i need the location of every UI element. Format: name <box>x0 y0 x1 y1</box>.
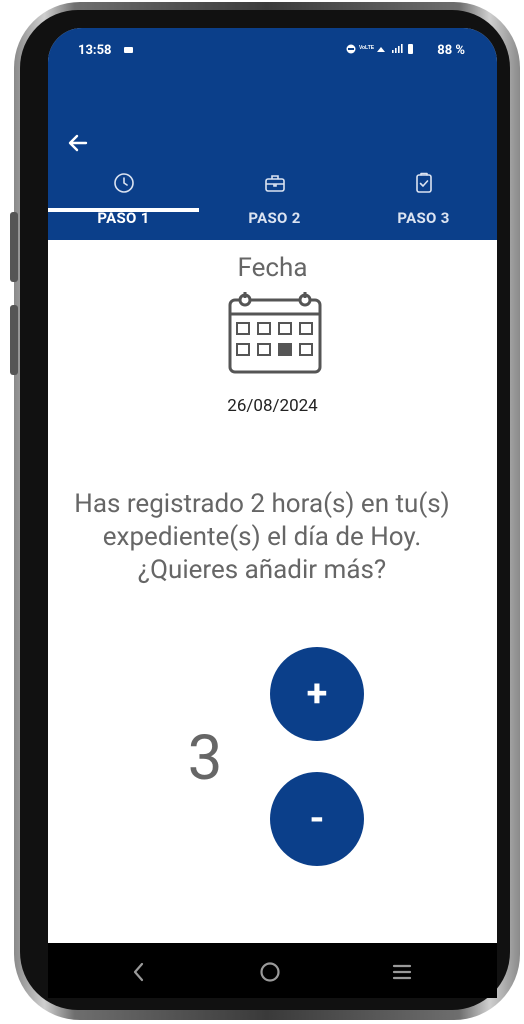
status-bar: 13:58 VoLTE 88 % <box>48 28 497 76</box>
tab-label: PASO 2 <box>248 209 301 227</box>
message-line-3: ¿Quieres añadir más? <box>137 555 387 585</box>
step-tabs: PASO 1 PASO 2 PASO 3 <box>48 156 497 240</box>
app-bar <box>48 76 497 156</box>
clipboard-check-icon <box>415 172 432 193</box>
briefcase-icon <box>264 175 285 192</box>
back-arrow-icon[interactable] <box>66 131 90 155</box>
clock-icon <box>113 173 134 193</box>
hours-message: Has registrado 2 hora(s) en tu(s) expedi… <box>40 488 484 587</box>
add-hour-button[interactable]: + <box>270 647 364 741</box>
calendar-icon[interactable] <box>227 290 323 374</box>
tab-label: PASO 3 <box>397 209 450 227</box>
battery-level: 88 % <box>437 43 465 58</box>
svg-text:VoLTE: VoLTE <box>359 45 375 51</box>
nav-back-icon[interactable] <box>128 961 150 983</box>
date-value: 26/08/2024 <box>227 396 318 416</box>
status-time: 13:58 <box>78 43 112 58</box>
system-nav-bar <box>48 943 497 998</box>
video-record-icon <box>124 47 133 53</box>
nav-home-icon[interactable] <box>259 961 281 983</box>
remove-hour-button[interactable]: - <box>270 772 364 866</box>
nav-menu-icon[interactable] <box>391 961 413 983</box>
status-icons: VoLTE <box>346 44 413 54</box>
active-tab-indicator <box>48 208 199 212</box>
hours-counter: 3 <box>187 722 223 795</box>
message-line-1: Has registrado 2 hora(s) en tu(s) <box>74 489 450 519</box>
fecha-label: Fecha <box>237 253 308 283</box>
tab-paso-1[interactable]: PASO 1 <box>48 156 199 240</box>
tab-paso-2[interactable]: PASO 2 <box>199 156 350 240</box>
tab-paso-3[interactable]: PASO 3 <box>350 156 497 240</box>
power-button <box>10 305 18 375</box>
volume-button <box>10 212 18 282</box>
message-line-2: expediente(s) el día de Hoy. <box>102 522 422 552</box>
